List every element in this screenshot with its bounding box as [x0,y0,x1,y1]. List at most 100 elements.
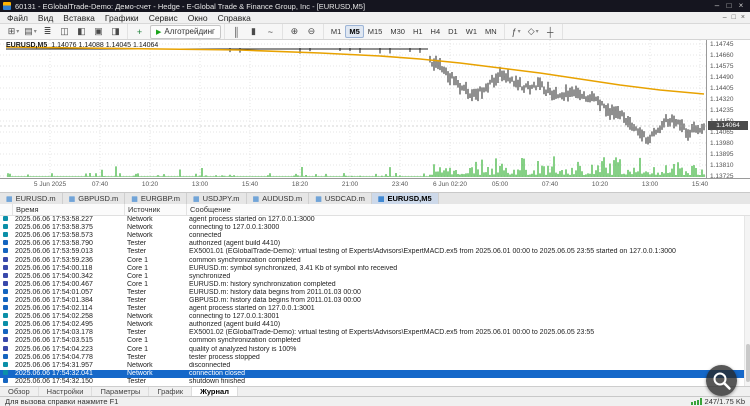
objects-button[interactable]: ◇ ▾ [525,25,542,38]
market-watch-button[interactable]: ≣ [39,25,56,38]
chart-tab-label: EURUSD.m [15,194,56,203]
timeframe-h4-button[interactable]: H4 [427,25,445,38]
price-tick: 1.13895 [710,151,734,158]
journal-scrollbar[interactable] [744,216,750,386]
journal-row[interactable]: 2025.06.06 17:54:03.515 Core 1 common sync… [0,337,750,345]
timeframe-w1-button[interactable]: W1 [462,25,481,38]
chart-profiles-button[interactable]: ▤ ▾ [22,25,39,38]
journal-header: Время Источник Сообщение [0,204,750,216]
tester-tab-3[interactable]: Параметры [92,387,150,396]
journal-row[interactable]: 2025.06.06 17:54:00.118 Core 1 EURUSD.m: s… [0,264,750,273]
traffic-counter: 247/1.75 Kb [704,397,745,406]
chart-tab-5[interactable]: ▦ AUDUSD.m [247,193,310,204]
price-chart[interactable] [0,40,750,178]
log-source-icon [3,353,8,359]
menu-item-3[interactable]: Вставка [58,13,100,23]
menu-item-1[interactable]: Файл [2,13,33,23]
timeframe-h1-button[interactable]: H1 [409,25,427,38]
chart-minimize-button[interactable]: – [723,14,727,21]
chart-tab-7[interactable]: ▦ EURUSD,M5 [371,193,439,204]
time-tick: 13:00 [641,181,659,188]
journal-row[interactable]: 2025.06.06 17:53:58.227 Network agent proc… [0,216,750,224]
algo-trading-button[interactable]: ▶ Алготрейдинг [150,24,221,39]
crosshair-button[interactable]: ┼ [542,25,559,38]
time-tick: 07:40 [541,181,559,188]
journal-column-3[interactable]: Сообщение [186,204,750,215]
zoom-overlay-button[interactable] [706,365,737,396]
time-axis[interactable]: 5 Jun 2025 07:40 10:20 13:00 15:40 18:20 21:00… [0,178,750,192]
menu-item-5[interactable]: Сервис [144,13,183,23]
timeframe-m5-button[interactable]: M5 [345,25,364,38]
tester-tab-2[interactable]: Настройки [39,387,93,396]
menu-item-6[interactable]: Окно [183,13,213,23]
journal-row[interactable]: 2025.06.06 17:54:00.342 Core 1 synchronize… [0,272,750,281]
timeframe-d1-button[interactable]: D1 [444,25,462,38]
candles-chart-button[interactable]: ▮ [245,25,262,38]
new-chart-button[interactable]: ⊞ ▾ [5,25,22,38]
timeframe-mn-button[interactable]: MN [481,25,501,38]
bars-chart-button[interactable]: ║ [228,25,245,38]
chart-tab-1[interactable]: ▦ EURUSD.m [0,193,63,204]
log-time: 2025.06.06 17:53:59.013 [15,248,93,256]
journal-row[interactable]: 2025.06.06 17:53:58.573 Network connected [0,232,750,240]
journal-row[interactable]: 2025.06.06 17:54:31.957 Network disconnect… [0,361,750,370]
new-order-button[interactable]: + [131,25,148,38]
journal-row[interactable]: 2025.06.06 17:53:59.236 Core 1 common sync… [0,256,750,264]
strategy-tester-button[interactable]: ◨ [107,25,124,38]
chart-tab-label: AUDUSD.m [262,194,303,203]
toolbox-button[interactable]: ▣ [90,25,107,38]
zoom-out-button[interactable]: ⊖ [303,25,320,38]
window-close-button[interactable]: × [735,0,747,12]
window-minimize-button[interactable]: – [711,0,723,12]
chart-close-button[interactable]: × [741,14,745,21]
timeframe-m1-button[interactable]: M1 [327,25,345,38]
journal-row[interactable]: 2025.06.06 17:54:32.150 Tester shutdown fi… [0,377,750,386]
timeframe-m30-button[interactable]: M30 [386,25,409,38]
navigator-button[interactable]: ◧ [73,25,90,38]
tester-tab-5[interactable]: Журнал [192,387,238,396]
journal-row[interactable]: 2025.06.06 17:53:58.375 Network connecting… [0,224,750,232]
journal-row[interactable]: 2025.06.06 17:54:32.041 Network connection… [0,369,750,378]
journal-row[interactable]: 2025.06.06 17:54:00.467 Core 1 EURUSD.m: h… [0,280,750,289]
journal-column-2[interactable]: Источник [124,204,186,215]
journal-row[interactable]: 2025.06.06 17:54:01.057 Tester EURUSD.m: h… [0,288,750,297]
mt5-window: 60131 - EGlobalTrade-Demo: Демо-счет - H… [0,0,750,406]
chart-restore-button[interactable]: □ [732,14,736,21]
journal-row[interactable]: 2025.06.06 17:54:01.384 Tester GBPUSD.m: h… [0,296,750,305]
chevron-down-icon: ▾ [535,29,539,35]
log-source: Core 1 [127,337,149,345]
journal-row[interactable]: 2025.06.06 17:54:04.223 Core 1 quality of … [0,345,750,354]
journal-column-1[interactable]: Время [12,204,124,215]
indicators-button[interactable]: ƒ ▾ [508,25,525,38]
journal-row[interactable]: 2025.06.06 17:54:02.258 Network connecting… [0,313,750,321]
tester-tab-4[interactable]: График [149,387,193,396]
toolbar: ⊞ ▾ ▤ ▾ ≣ ◫ ◧ ▣ ◨ + ▶ Алготрейдинг ║ ▮ ~ ⊕ ⊖ M1 M5 M15 M30 H1… [0,24,750,40]
chart-tab-6[interactable]: ▦ USDCAD.m [309,193,372,204]
timeframe-m15-button[interactable]: M15 [364,25,387,38]
chevron-down-icon: ▾ [517,29,521,35]
chart-tab-2[interactable]: ▦ GBPUSD.m [63,193,126,204]
data-window-button[interactable]: ◫ [56,25,73,38]
journal-row[interactable]: 2025.06.06 17:54:04.778 Tester tester proc… [0,353,750,362]
log-source-icon [3,313,8,319]
journal-row[interactable]: 2025.06.06 17:54:02.495 Network authorized… [0,321,750,329]
chart-tab-3[interactable]: ▦ EURGBP.m [125,193,187,204]
journal-row[interactable]: 2025.06.06 17:54:02.114 Tester agent proce… [0,305,750,313]
journal-row-icon-cell [0,264,12,273]
journal-scrollbar-thumb[interactable] [746,344,750,382]
window-maximize-button[interactable]: □ [723,0,735,12]
tester-tab-1[interactable]: Обзор [0,387,39,396]
chart-area[interactable]: EURUSD,M5 1.14076 1.14088 1.14045 1.14064… [0,40,750,192]
menu-item-7[interactable]: Справка [213,13,256,23]
navigator-icon: ◧ [77,26,86,36]
journal-row[interactable]: 2025.06.06 17:53:58.790 Tester authorized … [0,240,750,248]
price-axis[interactable]: 1.14064 1.14745 1.14660 1.14575 1.14490 1.14… [706,40,750,180]
zoom-in-button[interactable]: ⊕ [286,25,303,38]
journal-row[interactable]: 2025.06.06 17:54:03.178 Tester EX5001.02 (… [0,329,750,337]
menu-item-2[interactable]: Вид [33,13,58,23]
log-time: 2025.06.06 17:54:00.467 [15,280,93,288]
menu-item-4[interactable]: Графики [100,13,144,23]
journal-row[interactable]: 2025.06.06 17:53:59.013 Tester EX5001.01 (… [0,248,750,256]
line-chart-button[interactable]: ~ [262,25,279,38]
chart-tab-4[interactable]: ▦ USDJPY.m [187,193,247,204]
